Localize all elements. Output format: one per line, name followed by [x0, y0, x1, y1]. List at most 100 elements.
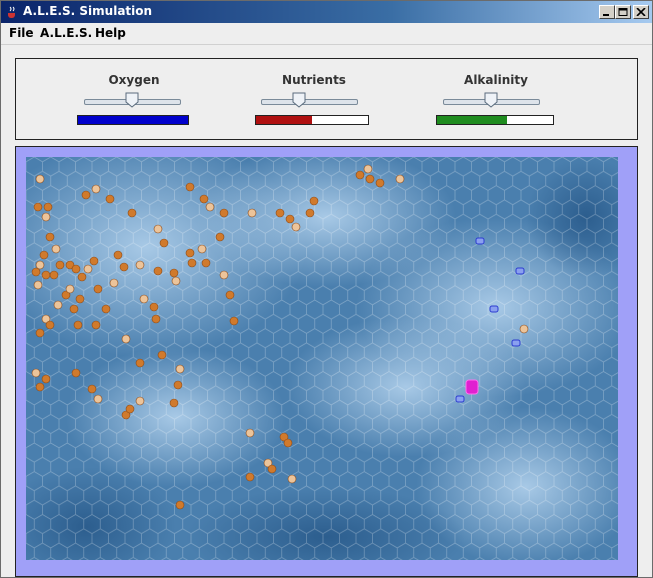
- organism: [33, 280, 43, 290]
- organism: [185, 248, 195, 258]
- blue-organism: [515, 267, 525, 275]
- nutrients-slider-thumb[interactable]: [292, 92, 306, 108]
- organism: [127, 208, 137, 218]
- close-icon: [636, 8, 646, 16]
- organism: [73, 320, 83, 330]
- organism: [89, 256, 99, 266]
- organism: [45, 232, 55, 242]
- organism: [139, 294, 149, 304]
- organism: [173, 380, 183, 390]
- organism: [215, 232, 225, 242]
- organism: [365, 174, 375, 184]
- organism: [31, 267, 41, 277]
- app-window: A.L.E.S. Simulation File A.L.E.S. Help O…: [0, 0, 653, 578]
- nutrients-slider[interactable]: [261, 99, 358, 105]
- organism: [247, 208, 257, 218]
- alkalinity-slider-thumb[interactable]: [484, 92, 498, 108]
- organism: [83, 264, 93, 274]
- organism: [275, 208, 285, 218]
- organism: [93, 284, 103, 294]
- organism: [35, 382, 45, 392]
- java-cup-icon: [8, 6, 15, 18]
- oxygen-slider-thumb[interactable]: [125, 92, 139, 108]
- organism: [199, 194, 209, 204]
- organism: [185, 182, 195, 192]
- maximize-icon: [618, 8, 628, 16]
- organism: [175, 364, 185, 374]
- organism: [395, 174, 405, 184]
- alkalinity-label: Alkalinity: [464, 73, 528, 87]
- organism: [33, 202, 43, 212]
- organism: [201, 258, 211, 268]
- organism: [109, 278, 119, 288]
- organism: [169, 268, 179, 278]
- organism: [519, 324, 529, 334]
- nutrients-label: Nutrients: [282, 73, 346, 87]
- organism: [287, 474, 297, 484]
- hex-grid: [26, 157, 618, 560]
- oxygen-label: Oxygen: [108, 73, 160, 87]
- organism: [91, 184, 101, 194]
- control-oxygen: Oxygen: [64, 59, 204, 139]
- menu-ales[interactable]: A.L.E.S.: [40, 26, 92, 40]
- organism: [81, 190, 91, 200]
- organism: [41, 374, 51, 384]
- organism: [149, 302, 159, 312]
- organism: [157, 350, 167, 360]
- organism: [219, 208, 229, 218]
- organism: [135, 396, 145, 406]
- organism: [305, 208, 315, 218]
- organism: [65, 284, 75, 294]
- organism: [41, 270, 51, 280]
- organism: [291, 222, 301, 232]
- oxygen-meter-fill: [78, 116, 188, 124]
- simulation-world[interactable]: [26, 157, 618, 560]
- organism: [197, 244, 207, 254]
- organism: [375, 178, 385, 188]
- organism: [171, 276, 181, 286]
- control-nutrients: Nutrients: [244, 59, 384, 139]
- organism: [113, 250, 123, 260]
- organism: [75, 294, 85, 304]
- organism: [355, 170, 365, 180]
- menu-file[interactable]: File: [9, 26, 34, 40]
- menu-help[interactable]: Help: [95, 26, 126, 40]
- organism: [35, 328, 45, 338]
- blue-organism: [511, 339, 521, 347]
- organism: [31, 368, 41, 378]
- organism: [93, 394, 103, 404]
- menu-bar: File A.L.E.S. Help: [1, 23, 652, 45]
- organism: [153, 266, 163, 276]
- organism: [153, 224, 163, 234]
- control-alkalinity: Alkalinity: [426, 59, 566, 139]
- organism: [55, 260, 65, 270]
- blue-organism: [489, 305, 499, 313]
- organism: [71, 264, 81, 274]
- organism: [219, 270, 229, 280]
- minimize-button[interactable]: [599, 5, 615, 19]
- organism: [101, 304, 111, 314]
- organism: [77, 272, 87, 282]
- organism: [135, 260, 145, 270]
- organism: [187, 258, 197, 268]
- title-bar[interactable]: A.L.E.S. Simulation: [1, 1, 652, 23]
- organism: [245, 428, 255, 438]
- organism: [105, 194, 115, 204]
- blue-organism: [455, 395, 465, 403]
- organism: [91, 320, 101, 330]
- organism: [175, 500, 185, 510]
- organism: [225, 290, 235, 300]
- simulation-panel: [15, 146, 638, 577]
- maximize-button[interactable]: [615, 5, 631, 19]
- blue-organism: [475, 237, 485, 245]
- organism: [169, 398, 179, 408]
- organism: [39, 250, 49, 260]
- organism: [43, 202, 53, 212]
- organism: [125, 404, 135, 414]
- close-button[interactable]: [633, 5, 649, 19]
- organism: [363, 164, 373, 174]
- organism: [285, 214, 295, 224]
- organism: [267, 464, 277, 474]
- organism: [205, 202, 215, 212]
- minimize-icon: [603, 14, 609, 16]
